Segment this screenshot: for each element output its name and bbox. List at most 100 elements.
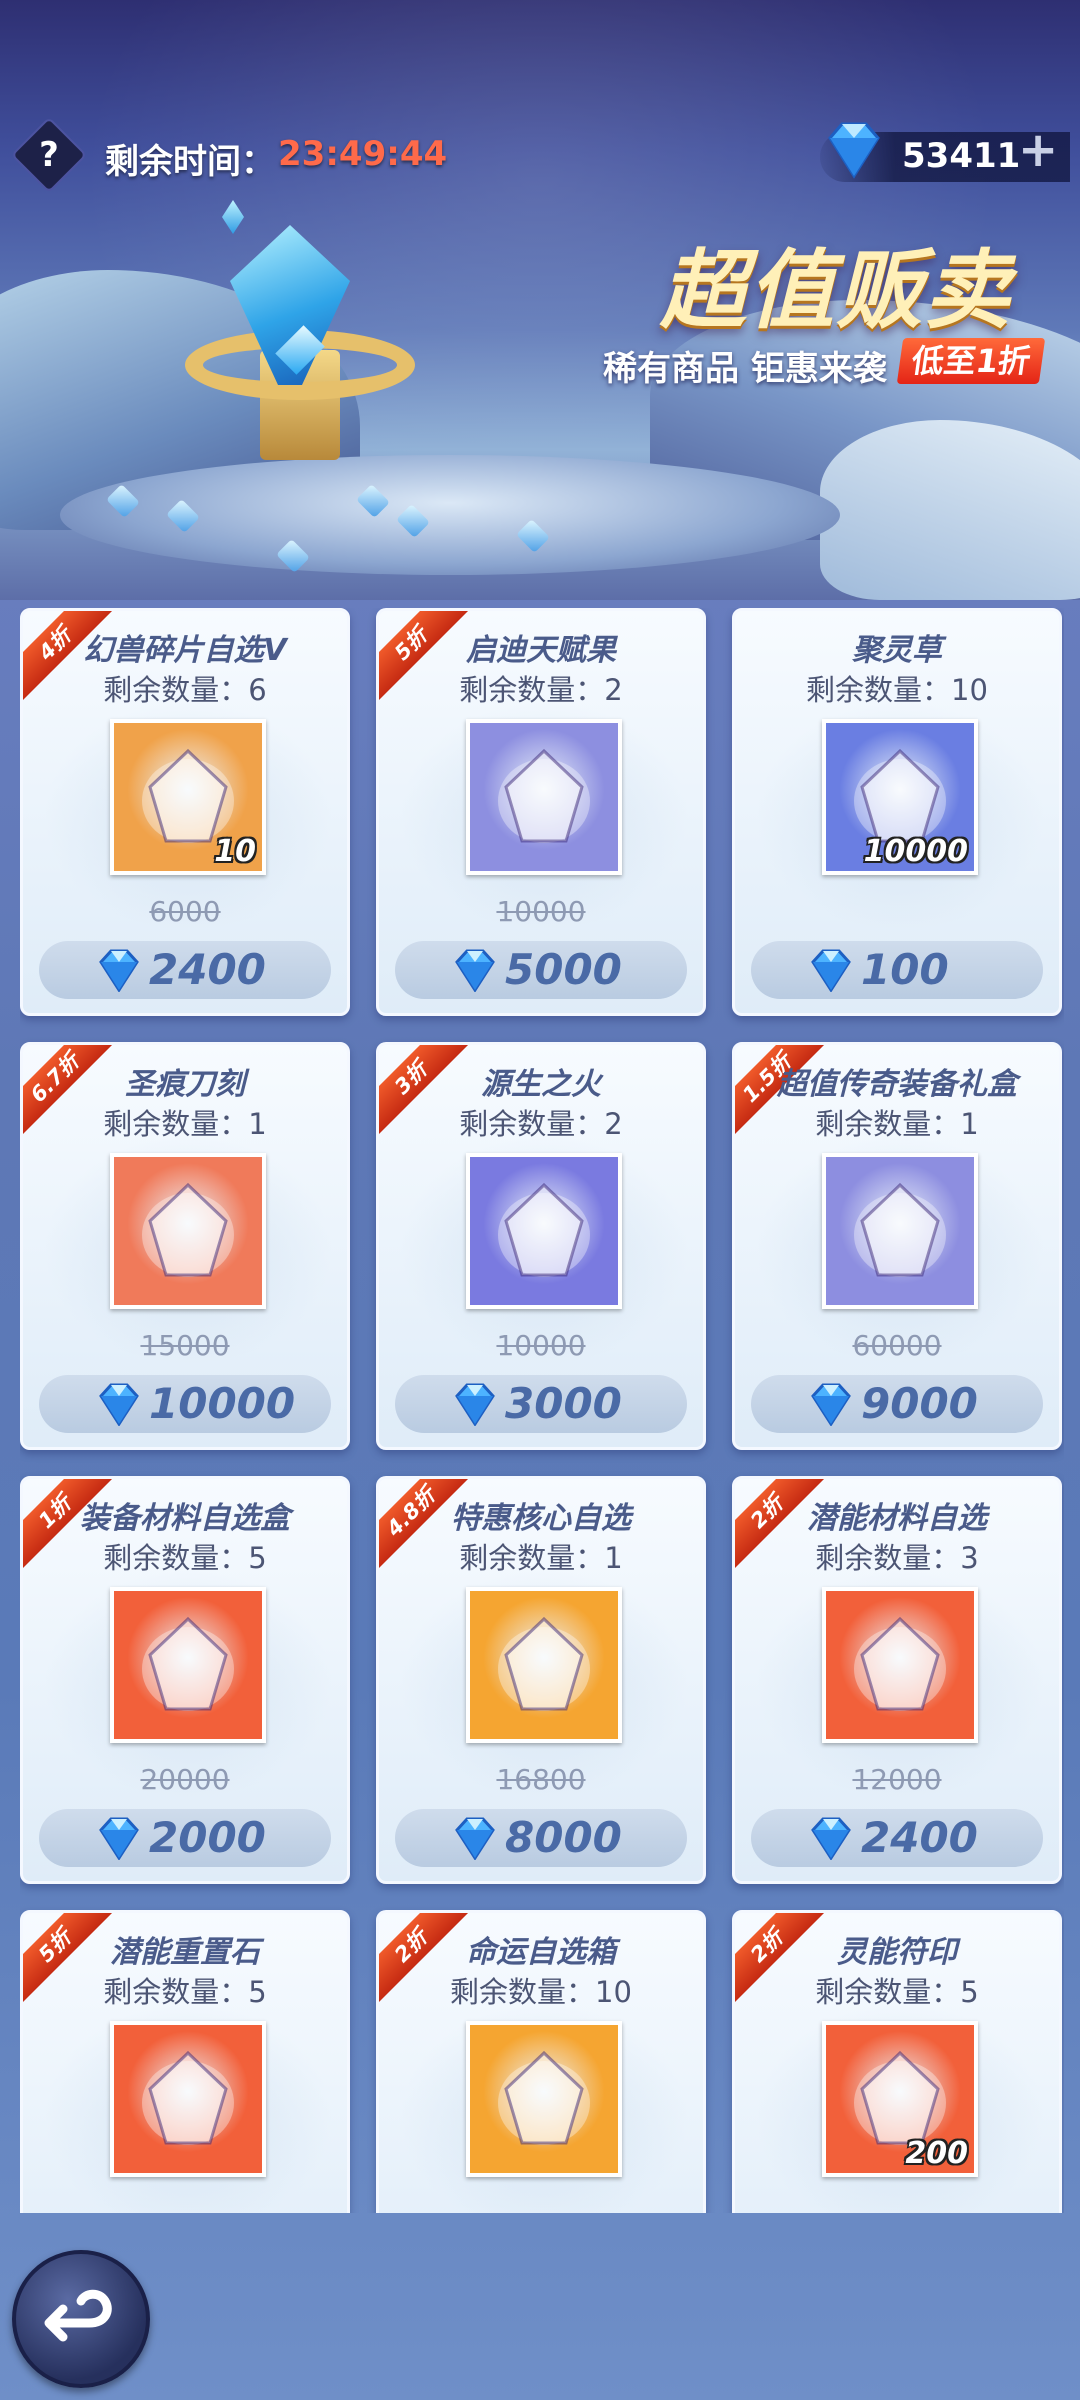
shop-item-card[interactable]: 5折 潜能重置石 剩余数量：5 [20,1910,350,2213]
diamond-icon [455,949,495,992]
buy-button[interactable]: 2400 [751,1809,1043,1867]
item-stock: 剩余数量：10 [450,1975,632,2009]
banner-subtitle: 稀有商品 钜惠来袭 [603,349,887,389]
diamond-icon [99,949,139,992]
shop-item-card[interactable]: 4.8折 特惠核心自选 剩余数量：1 16800 8000 [376,1476,706,1884]
back-arrow-icon [44,2289,112,2342]
shop-item-card[interactable]: 1折 装备材料自选盒 剩余数量：5 20000 2000 [20,1476,350,1884]
core-card-icon [466,1587,622,1743]
item-quantity: 10 [214,834,256,869]
price-value: 10000 [149,1379,296,1428]
item-name: 命运自选箱 [466,1935,616,1970]
buy-button[interactable]: 100 [751,941,1043,999]
psionic-seal-icon: 200 [822,2021,978,2177]
diamond-icon [811,1817,851,1860]
reset-stone-icon [110,2021,266,2177]
price-value: 5000 [505,945,622,994]
original-price: 15000 [140,1329,230,1362]
buy-button[interactable]: 8000 [395,1809,687,1867]
timer-value: 23:49:44 [278,134,448,174]
item-art [142,1182,234,1277]
shop-item-card[interactable]: 3折 源生之火 剩余数量：2 10000 3000 [376,1042,706,1450]
item-art [498,748,590,843]
shop-item-card[interactable]: 聚灵草剩余数量：10 10000 100 [732,608,1062,1016]
buy-button[interactable]: 5000 [395,941,687,999]
fate-chest-icon [466,2021,622,2177]
shop-item-card[interactable]: 2折 命运自选箱 剩余数量：10 [376,1910,706,2213]
original-price: 10000 [496,895,586,928]
item-art [498,1182,590,1277]
shop-item-card[interactable]: 4折 幻兽碎片自选V 剩余数量：6 10 6000 2400 [20,608,350,1016]
diamond-icon [455,1817,495,1860]
event-banner: 超值贩卖 稀有商品 钜惠来袭 低至1折 [0,0,1080,600]
spirit-herb-icon: 10000 [822,719,978,875]
original-price: 16800 [496,1763,586,1796]
item-stock: 剩余数量：5 [815,1975,979,2009]
shop-item-card[interactable]: 1.5折 超值传奇装备礼盒 剩余数量：1 60000 9000 [732,1042,1062,1450]
item-name: 源生之火 [481,1067,601,1102]
shop-item-card[interactable]: 2折 灵能符印 剩余数量：5 200 [732,1910,1062,2213]
golden-armor-chest-icon: 10 [110,719,266,875]
buy-button[interactable]: 2000 [39,1809,331,1867]
price-value: 2000 [149,1813,266,1862]
crystal-shard-icon [222,200,244,234]
buy-button[interactable]: 10000 [39,1375,331,1433]
original-price: 10000 [496,1329,586,1362]
buy-button[interactable]: 3000 [395,1375,687,1433]
item-stock: 剩余数量：6 [103,673,267,707]
currency-value: 53411 [902,136,1021,176]
item-name: 圣痕刀刻 [125,1067,245,1102]
item-stock: 剩余数量：1 [815,1107,979,1141]
help-icon: ? [39,135,59,175]
original-price: 12000 [852,1763,942,1796]
gear-material-box-icon [110,1587,266,1743]
diamond-icon [811,949,851,992]
diamond-icon [811,1383,851,1426]
original-price: 60000 [852,1329,942,1362]
shop-item-card[interactable]: 5折 启迪天赋果 剩余数量：2 10000 5000 [376,608,706,1016]
shop-item-card[interactable]: 2折 潜能材料自选 剩余数量：3 12000 2400 [732,1476,1062,1884]
item-name: 潜能材料自选 [807,1501,987,1536]
add-currency-button[interactable]: + [1018,126,1058,174]
item-name: 聚灵草 [852,633,942,668]
item-art [142,1616,234,1711]
item-quantity: 200 [905,2136,968,2171]
back-button[interactable] [12,2250,150,2388]
item-art [142,2050,234,2145]
item-name: 灵能符印 [837,1935,957,1970]
item-stock: 剩余数量：10 [806,673,988,707]
price-value: 9000 [861,1379,978,1428]
origin-fire-icon [466,1153,622,1309]
diamond-icon [99,1817,139,1860]
item-stock: 剩余数量：1 [103,1107,267,1141]
item-stock: 剩余数量：1 [459,1541,623,1575]
holy-blade-icon [110,1153,266,1309]
price-value: 8000 [505,1813,622,1862]
item-stock: 剩余数量：2 [459,673,623,707]
timer-label: 剩余时间： [105,142,275,182]
original-price: 20000 [140,1763,230,1796]
price-value: 2400 [861,1813,978,1862]
item-stock: 剩余数量：3 [815,1541,979,1575]
buy-button[interactable]: 2400 [39,941,331,999]
discount-badge: 低至1折 [896,338,1046,384]
shop-item-card[interactable]: 6.7折 圣痕刀刻 剩余数量：1 15000 10000 [20,1042,350,1450]
price-value: 2400 [149,945,266,994]
legendary-gear-box-icon [822,1153,978,1309]
item-name: 启迪天赋果 [466,633,616,668]
price-value: 100 [861,945,949,994]
diamond-icon [99,1383,139,1426]
price-value: 3000 [505,1379,622,1428]
item-stock: 剩余数量：5 [103,1975,267,2009]
diamond-icon [455,1383,495,1426]
item-art [854,1616,946,1711]
item-name: 幻兽碎片自选V [83,633,287,668]
buy-button[interactable]: 9000 [751,1375,1043,1433]
shop-grid: 4折 幻兽碎片自选V 剩余数量：6 10 6000 2400 5折 启迪天赋果 剩余数量：2 10… [20,608,1064,2213]
item-stock: 剩余数量：5 [103,1541,267,1575]
diamond-icon [828,122,880,179]
talent-fruit-icon [466,719,622,875]
item-name: 特惠核心自选 [451,1501,631,1536]
item-art [498,2050,590,2145]
original-price: 6000 [149,895,221,928]
